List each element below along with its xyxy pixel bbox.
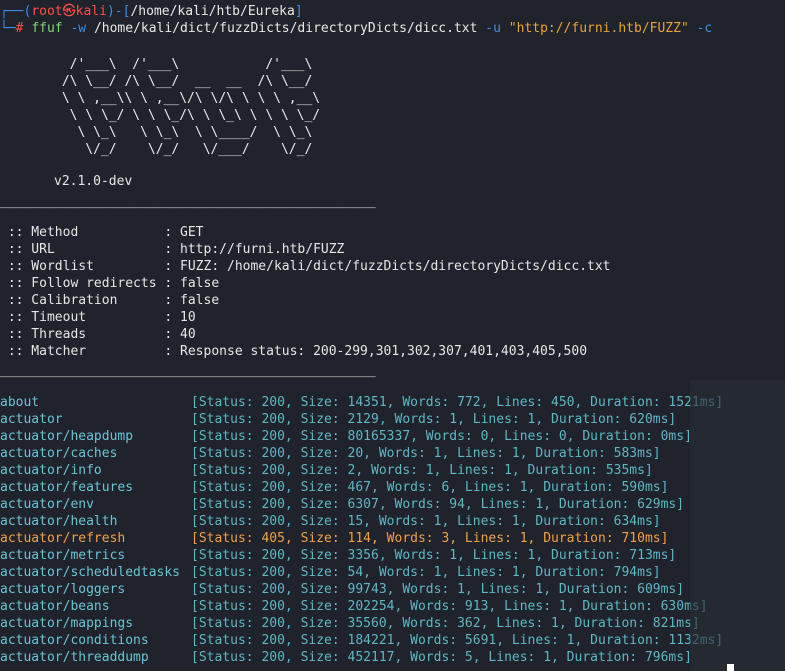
result-path: actuator/threaddump	[0, 650, 149, 665]
prompt-user: root	[31, 4, 63, 19]
result-status: [Status: 200, Size: 2, Words: 1, Lines: …	[191, 463, 653, 478]
result-path: actuator/scheduledtasks	[0, 565, 181, 580]
result-status: [Status: 200, Size: 2129, Words: 1, Line…	[191, 412, 677, 427]
result-path: actuator/info	[0, 463, 102, 478]
result-status: [Status: 405, Size: 114, Words: 3, Lines…	[191, 531, 669, 546]
prompt-path: /home/kali/htb/Eureka	[130, 4, 295, 19]
config-row: :: URL : http://furni.htb/FUZZ	[0, 241, 345, 258]
result-status: [Status: 200, Size: 467, Words: 6, Lines…	[191, 480, 669, 495]
config-key: :: Calibration	[0, 293, 165, 308]
command-binary: ffuf	[31, 21, 63, 36]
result-status: [Status: 200, Size: 35560, Words: 362, L…	[191, 616, 700, 631]
config-value: : GET	[164, 225, 204, 240]
config-row: :: Wordlist : FUZZ: /home/kali/dict/fuzz…	[0, 258, 611, 275]
command-wordlist: /home/kali/dict/fuzzDicts/directoryDicts…	[93, 21, 478, 36]
config-row: :: Matcher : Response status: 200-299,30…	[0, 343, 587, 360]
result-status: [Status: 200, Size: 184221, Words: 5691,…	[191, 633, 724, 648]
config-value: : 10	[164, 310, 196, 325]
overlay-shade	[690, 380, 785, 671]
result-status: [Status: 200, Size: 14351, Words: 772, L…	[191, 395, 724, 410]
terminal-window[interactable]: ┌──(root㉿kali)-[/home/kali/htb/Eureka] └…	[0, 0, 785, 671]
config-key: :: Timeout	[0, 310, 165, 325]
ffuf-ascii-banner: /'___\ /'___\ /'___\ /\ \__/ /\ \__/ __ …	[61, 57, 321, 157]
config-key: :: Follow redirects	[0, 276, 165, 291]
command-line: └─# ffuf -w /home/kali/dict/fuzzDicts/di…	[0, 21, 713, 36]
result-path: actuator/health	[0, 514, 118, 529]
prompt-host: kali	[75, 4, 107, 19]
config-value: : false	[164, 276, 220, 291]
config-value: : Response status: 200-299,301,302,307,4…	[164, 344, 588, 359]
config-row: :: Calibration : false	[0, 292, 219, 309]
result-status: [Status: 200, Size: 3356, Words: 1, Line…	[191, 548, 677, 563]
result-status: [Status: 200, Size: 20, Words: 1, Lines:…	[191, 446, 661, 461]
result-status: [Status: 200, Size: 80165337, Words: 0, …	[191, 429, 692, 444]
config-row: :: Method : GET	[0, 224, 204, 241]
config-key: :: Method	[0, 225, 165, 240]
result-path: actuator/metrics	[0, 548, 126, 563]
config-key: :: URL	[0, 242, 165, 257]
result-path: actuator/refresh	[0, 531, 126, 546]
result-path: actuator	[0, 412, 63, 427]
result-status: [Status: 200, Size: 15, Words: 1, Lines:…	[191, 514, 661, 529]
result-status: [Status: 200, Size: 99743, Words: 1, Lin…	[191, 582, 685, 597]
result-status: [Status: 200, Size: 6307, Words: 94, Lin…	[191, 497, 685, 512]
config-key: :: Threads	[0, 327, 165, 342]
config-row: :: Follow redirects : false	[0, 275, 219, 292]
prompt-skull: ㉿	[62, 4, 76, 19]
config-value: : 40	[164, 327, 196, 342]
config-value: : false	[164, 293, 220, 308]
command-url: "http://furni.htb/FUZZ"	[508, 21, 689, 36]
result-path: actuator/caches	[0, 446, 118, 461]
result-path: actuator/features	[0, 480, 134, 495]
result-path: actuator/beans	[0, 599, 110, 614]
result-path: actuator/mappings	[0, 616, 134, 631]
config-row: :: Threads : 40	[0, 326, 196, 343]
config-value: : http://furni.htb/FUZZ	[164, 242, 345, 257]
result-path: actuator/heapdump	[0, 429, 134, 444]
result-status: [Status: 200, Size: 202254, Words: 913, …	[191, 599, 708, 614]
config-row: :: Timeout : 10	[0, 309, 196, 326]
result-path: actuator/loggers	[0, 582, 126, 597]
result-path: actuator/env	[0, 497, 94, 512]
result-status: [Status: 200, Size: 54, Words: 1, Lines:…	[191, 565, 661, 580]
result-status: [Status: 200, Size: 452117, Words: 5, Li…	[191, 650, 692, 665]
version-text: v2.1.0-dev	[54, 174, 133, 189]
prompt-line: ┌──(root㉿kali)-[/home/kali/htb/Eureka]	[0, 4, 303, 19]
result-path: about	[0, 395, 40, 410]
divider-bottom: ________________________________________…	[0, 363, 376, 378]
result-path: actuator/conditions	[0, 633, 149, 648]
divider-top: ________________________________________…	[0, 194, 376, 209]
config-key: :: Matcher	[0, 344, 165, 359]
config-key: :: Wordlist	[0, 259, 165, 274]
config-value: : FUZZ: /home/kali/dict/fuzzDicts/direct…	[164, 259, 611, 274]
terminal-cursor	[727, 664, 734, 671]
